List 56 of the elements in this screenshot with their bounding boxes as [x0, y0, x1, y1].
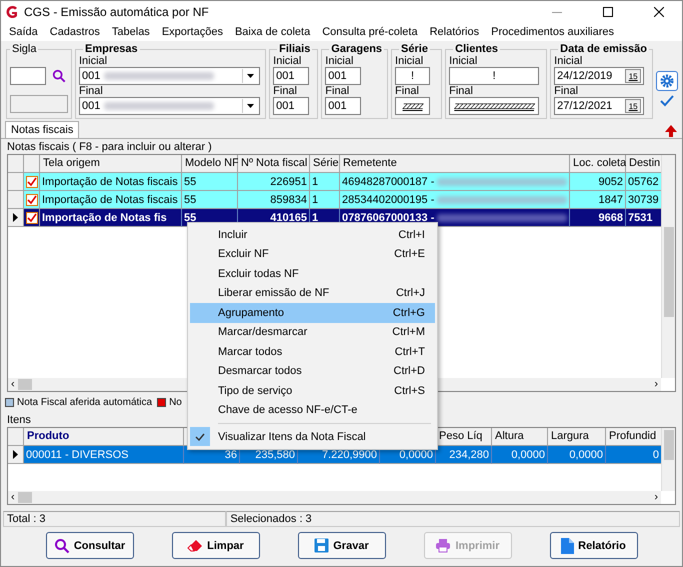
field-label: Inicial	[395, 55, 424, 67]
table-cell: 235,580	[255, 448, 295, 460]
table-cell: 9052	[598, 176, 623, 188]
field-label: Final	[273, 85, 298, 97]
table-cell: 1	[312, 176, 318, 188]
table-cell: Importação de Notas fiscais	[42, 176, 178, 188]
group-label: Filiais	[278, 43, 312, 55]
field-label: Inicial	[79, 55, 108, 67]
table-cell: 0,0000	[399, 448, 433, 460]
status-text: Total : 3	[3, 511, 226, 527]
table-cell: 410165	[270, 212, 307, 224]
table-cell: 859834	[270, 194, 307, 206]
table-cell: 07876067000133 -	[342, 212, 434, 224]
field-label: Inicial	[325, 55, 354, 67]
table-cell: 05762	[628, 176, 659, 188]
group-label: Clientes	[454, 43, 499, 55]
group-label: Série	[400, 43, 429, 55]
field-label: Final	[79, 85, 104, 97]
table-cell: Importação de Notas fis	[42, 212, 167, 224]
group-label: Empresas	[84, 43, 139, 55]
legend-label: No	[169, 396, 182, 408]
table-cell: 0	[652, 448, 659, 460]
field-label: Final	[554, 85, 580, 97]
table-cell: 1	[312, 212, 318, 224]
table-cell: 55	[184, 176, 196, 188]
field-label: Inicial	[273, 55, 302, 67]
field-label: Final	[395, 85, 420, 97]
field-label: Final	[325, 85, 350, 97]
table-cell: Importação de Notas fiscais	[42, 194, 178, 206]
table-cell: 46948287000187 -	[342, 176, 434, 188]
group-label: Garagens	[330, 43, 384, 55]
items-caption: Itens	[6, 413, 32, 427]
group-label: Sigla	[11, 43, 38, 55]
table-cell: 30739	[628, 194, 659, 206]
status-text: Selecionados : 3	[226, 511, 680, 527]
table-cell: 226951	[270, 176, 307, 188]
table-cell: 0,0000	[511, 448, 545, 460]
group-label: Data de emissão	[559, 43, 648, 55]
table-cell: 7531	[628, 212, 652, 224]
table-cell: 9668	[598, 212, 623, 224]
table-cell: 28534402000195 -	[342, 194, 434, 206]
field-label: Inicial	[449, 55, 478, 67]
legend-label: Nota Fiscal aferida automática	[17, 396, 152, 408]
table-cell: 36	[224, 448, 237, 460]
table-cell: 55	[184, 194, 196, 206]
table-cell: 234,280	[449, 448, 489, 460]
window-title: CGS - Emissão automática por NF	[24, 5, 210, 19]
table-cell: 000011 - DIVERSOS	[26, 448, 129, 460]
table-cell: 7.220,9900	[322, 448, 377, 460]
table-cell: 55	[184, 212, 196, 224]
table-cell: 0,0000	[569, 448, 603, 460]
field-label: Inicial	[554, 55, 584, 67]
field-label: Final	[449, 85, 474, 97]
grid-caption: Notas fiscais ( F8 - para incluir ou alterar )	[6, 140, 213, 154]
table-cell: 1847	[598, 194, 623, 206]
table-cell: 1	[312, 194, 318, 206]
